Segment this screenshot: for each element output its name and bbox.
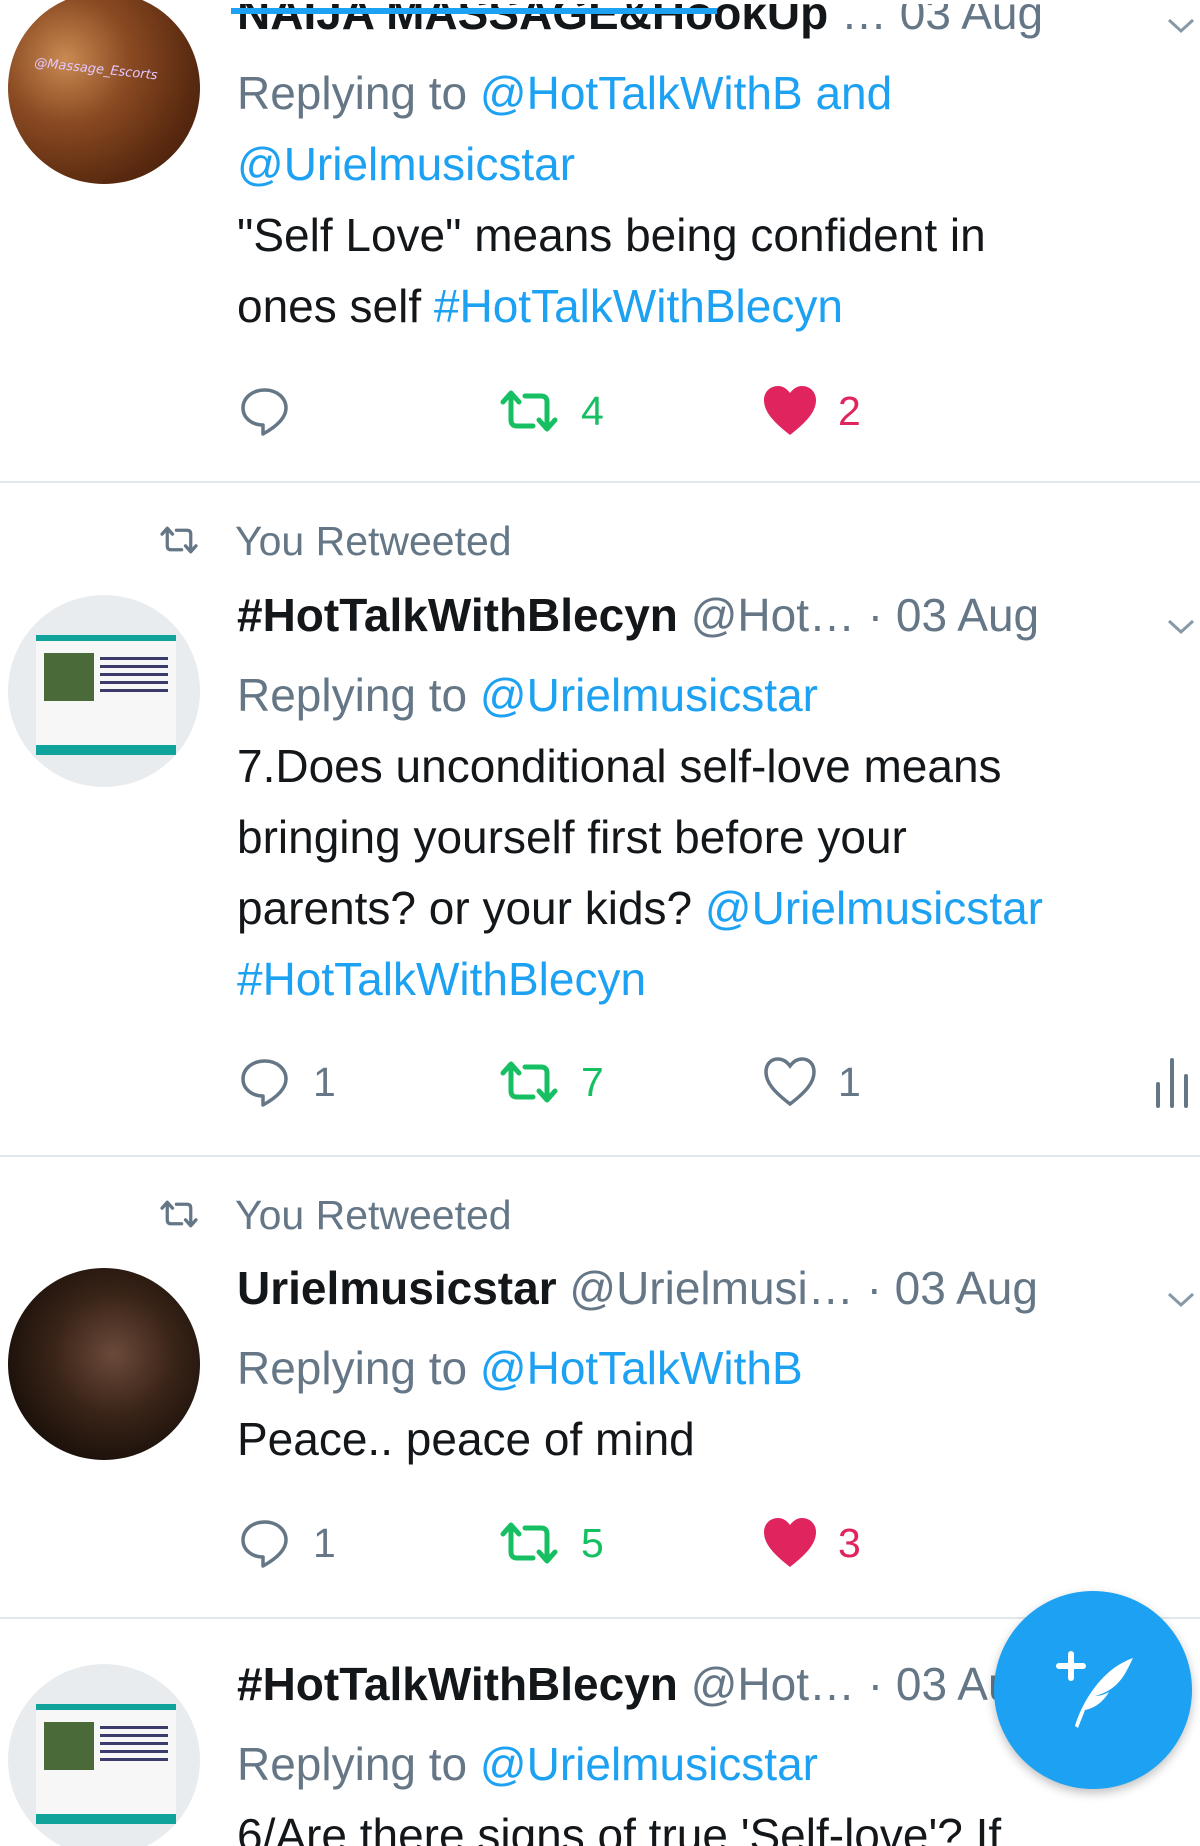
replying-to-link[interactable]: @Urielmusicstar [480, 1738, 818, 1790]
tweet-1[interactable]: @Massage_Escorts NAIJA MASSAGE&HookUp … … [0, 0, 1200, 480]
replying-to-link[interactable]: @Urielmusicstar [480, 669, 818, 721]
reply-icon [237, 1054, 293, 1110]
tweet-date: · 03 Aug [866, 1262, 1038, 1314]
tweet-3[interactable]: You Retweeted Urielmusicstar @Urielmusi…… [0, 1157, 1200, 1617]
retweet-count: 7 [581, 1058, 604, 1105]
analytics-button[interactable] [1150, 1054, 1200, 1110]
body-text: parents? or your kids? [237, 882, 705, 934]
like-count: 1 [838, 1058, 861, 1105]
analytics-icon [1150, 1054, 1194, 1110]
reply-button[interactable]: 1 [237, 1054, 336, 1110]
replying-line: Replying to @Urielmusicstar [237, 660, 818, 731]
author-name[interactable]: Urielmusicstar [237, 1262, 557, 1314]
reply-count: 1 [313, 1058, 336, 1105]
heart-filled-icon [762, 383, 818, 439]
tweet-body-line-3: parents? or your kids? @Urielmusicstar [237, 873, 1043, 944]
author-handle[interactable]: @Urielmusi… [569, 1262, 853, 1314]
reply-icon [237, 1515, 293, 1571]
retweeted-indicator: You Retweeted [157, 1192, 512, 1239]
author-handle[interactable]: @Hot… [691, 1658, 855, 1710]
avatar[interactable] [8, 1268, 200, 1460]
retweet-count: 5 [581, 1519, 604, 1566]
author-handle[interactable]: @Hot… [691, 589, 855, 641]
avatar-bar [36, 1814, 176, 1824]
retweeted-indicator: You Retweeted [157, 518, 512, 565]
tweet-body-line-1: 6/Are there signs of true 'Self-love'? I… [237, 1809, 1002, 1846]
reply-icon [237, 383, 293, 439]
author-name[interactable]: NAIJA MASSAGE&HookUp [237, 4, 828, 39]
tweet-body-line-1: "Self Love" means being confident in [237, 209, 986, 261]
tweet-header: #HotTalkWithBlecyn @Hot… · 03 Aug [237, 1649, 1039, 1720]
replying-prefix: Replying to [237, 1738, 468, 1790]
chevron-down-icon[interactable] [1166, 607, 1196, 637]
retweet-button[interactable]: 5 [497, 1515, 604, 1571]
author-name[interactable]: #HotTalkWithBlecyn [237, 1658, 678, 1710]
reply-button[interactable] [237, 383, 313, 439]
replying-to-link[interactable]: @HotTalkWithB [480, 1342, 803, 1394]
replying-prefix: Replying to [237, 669, 468, 721]
avatar[interactable] [8, 1664, 200, 1846]
reply-button[interactable]: 1 [237, 1515, 336, 1571]
like-count: 2 [838, 387, 861, 434]
like-button[interactable]: 2 [762, 383, 861, 439]
heart-outline-icon [762, 1054, 818, 1110]
avatar[interactable] [8, 595, 200, 787]
retweet-count: 4 [581, 387, 604, 434]
avatar-text-lines [100, 1726, 168, 1766]
hashtag-link[interactable]: #HotTalkWithBlecyn [434, 280, 843, 332]
tweet-body-line-1: Peace.. peace of mind [237, 1413, 695, 1465]
retweeted-label: You Retweeted [235, 518, 512, 564]
replying-prefix: Replying to [237, 67, 468, 119]
like-button[interactable]: 1 [762, 1054, 861, 1110]
retweet-button[interactable]: 4 [497, 383, 604, 439]
replying-line: Replying to @Urielmusicstar [237, 1729, 818, 1800]
tweet-2[interactable]: You Retweeted #HotTalkWithBlecyn @Hot… ·… [0, 483, 1200, 1155]
reply-count: 1 [313, 1519, 336, 1566]
compose-tweet-button[interactable] [994, 1591, 1192, 1789]
avatar-bar [36, 745, 176, 755]
like-count: 3 [838, 1519, 861, 1566]
hashtag-link[interactable]: #HotTalkWithBlecyn [237, 944, 646, 1015]
chevron-down-icon[interactable] [1166, 1280, 1196, 1310]
avatar-photo [44, 1722, 94, 1770]
replying-line: Replying to @HotTalkWithB and [237, 58, 892, 129]
tweet-date: … 03 Aug [841, 0, 1044, 39]
replying-to-link-2[interactable]: @Urielmusicstar [237, 129, 575, 200]
retweet-icon [497, 1515, 561, 1571]
retweet-icon [497, 383, 561, 439]
loading-progress-bar [231, 8, 717, 14]
tweet-body-line-1: 7.Does unconditional self-love means [237, 740, 1002, 792]
avatar[interactable]: @Massage_Escorts [8, 0, 200, 184]
avatar-text: @Massage_Escorts [33, 55, 159, 84]
tweet-header: Urielmusicstar @Urielmusi… · 03 Aug [237, 1253, 1038, 1324]
replying-prefix: Replying to [237, 1342, 468, 1394]
retweet-small-icon [157, 1192, 201, 1239]
tweet-body-line-2: ones self #HotTalkWithBlecyn [237, 271, 843, 342]
author-name[interactable]: #HotTalkWithBlecyn [237, 589, 678, 641]
mention-link[interactable]: @Urielmusicstar [705, 882, 1043, 934]
replying-to-link[interactable]: @HotTalkWithB and [480, 67, 892, 119]
like-button[interactable]: 3 [762, 1515, 861, 1571]
retweet-button[interactable]: 7 [497, 1054, 604, 1110]
chevron-down-icon[interactable] [1166, 6, 1196, 36]
avatar-photo [44, 653, 94, 701]
compose-feather-icon [1056, 1651, 1133, 1728]
retweet-icon [497, 1054, 561, 1110]
heart-filled-icon [762, 1515, 818, 1571]
tweet-header: #HotTalkWithBlecyn @Hot… · 03 Aug [237, 580, 1039, 651]
retweet-small-icon [157, 518, 201, 565]
retweeted-label: You Retweeted [235, 1192, 512, 1238]
body-text: ones self [237, 280, 434, 332]
tweet-date: · 03 Aug [867, 589, 1040, 641]
avatar-text-lines [100, 657, 168, 697]
replying-line: Replying to @HotTalkWithB [237, 1333, 803, 1404]
tweet-body-line-2: bringing yourself first before your [237, 811, 907, 863]
